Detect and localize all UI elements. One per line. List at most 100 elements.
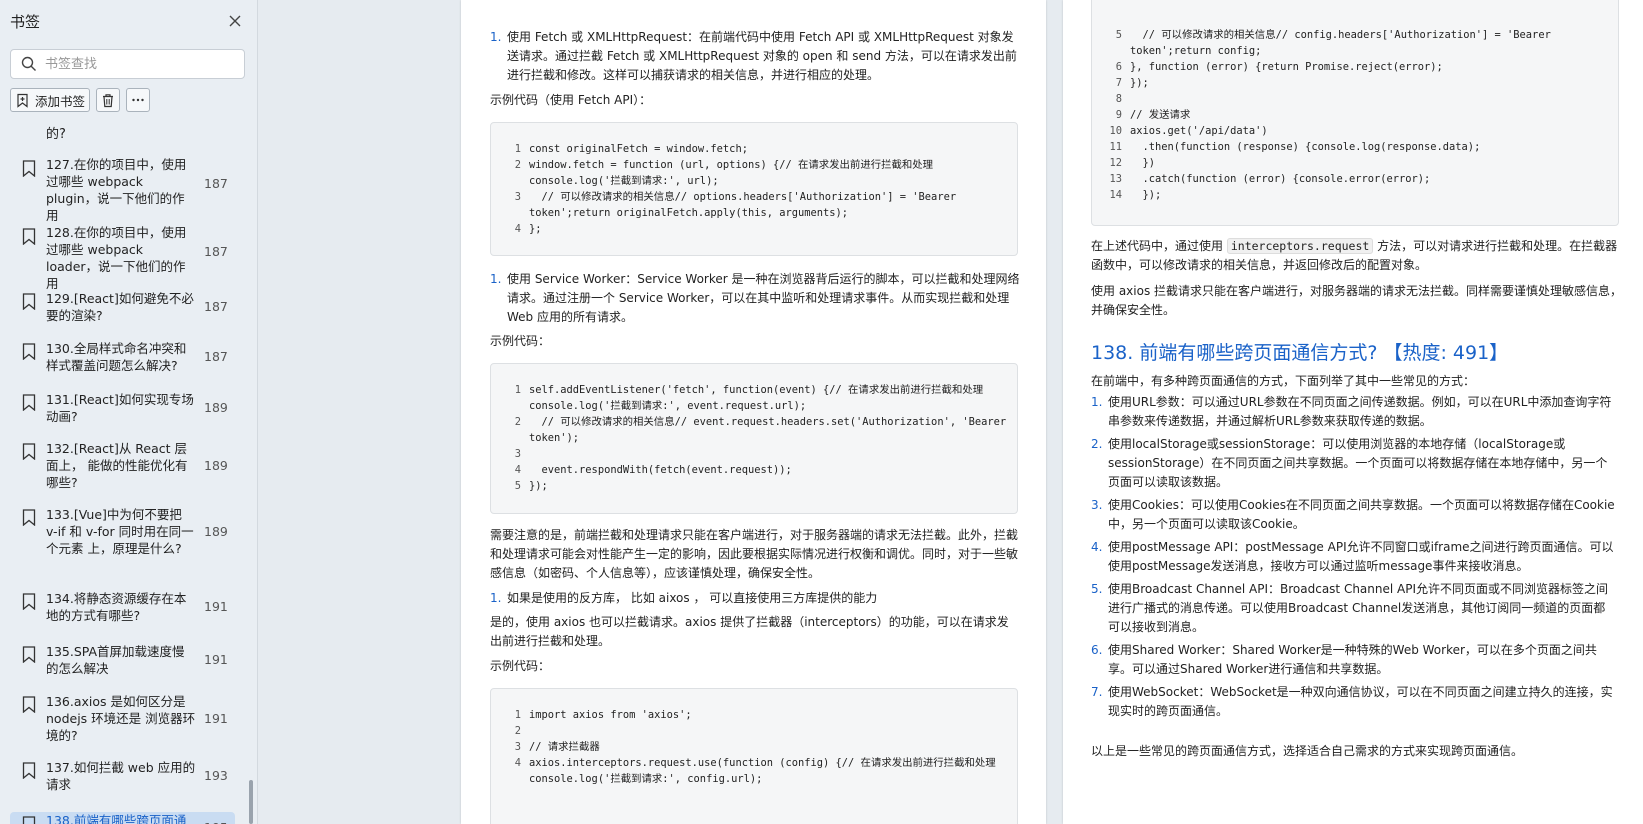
code-line: 4}; (491, 221, 1017, 237)
interceptor-text-pre: 在上述代码中，通过使用 (1091, 239, 1224, 253)
bookmark-icon (22, 293, 36, 310)
bookmark-label: 137.如何拦截 web 应用的请求 (46, 759, 196, 792)
line-number: 4 (514, 757, 521, 769)
bookmark-item[interactable]: 131.[React]如何实现专场动画? 189 (10, 390, 235, 425)
intro-paragraph: 在前端中，有多种跨页面通信的方式，下面列举了其中一些常见的方式： (1091, 374, 1476, 388)
code-line: 2 (491, 723, 1017, 739)
bookmark-search-box[interactable] (10, 49, 245, 79)
comm-method-item: 4. 使用postMessage API：postMessage API允许不同窗… (1091, 538, 1616, 576)
bookmark-item[interactable]: 135.SPA首屏加载速度慢的怎么解决 191 (10, 642, 235, 677)
code-line: 13 .catch(function (error) {console.erro… (1092, 171, 1618, 187)
bookmark-icon (22, 509, 36, 526)
bookmark-page-number: 187 (204, 349, 228, 364)
bookmark-item[interactable]: 127.在你的项目中，使用过哪些 webpack plugin，说一下他们的作用… (10, 156, 235, 224)
bookmark-icon (22, 696, 36, 713)
code-line: 1 self.addEventListener('fetch', function… (491, 382, 1017, 414)
list-text: 使用postMessage API：postMessage API允许不同窗口或… (1108, 540, 1614, 573)
line-number: 2 (514, 416, 521, 428)
code-text: const originalFetch = window.fetch; (529, 143, 748, 155)
bookmark-scrollbar[interactable] (249, 780, 253, 824)
bookmark-toolbar: 添加书签 (10, 88, 151, 112)
bookmark-item[interactable]: 136.axios 是如何区分是 nodejs 环境还是 浏览器环境的? 191 (10, 692, 235, 744)
line-number: 10 (1109, 125, 1122, 137)
list-text: 使用WebSocket：WebSocket是一种双向通信协议，可以在不同页面之间… (1108, 685, 1613, 718)
line-number: 1 (514, 143, 521, 155)
code-block-axios: 1 import axios from 'axios'; 2 3 // 请求拦截器 4 a… (490, 688, 1018, 824)
line-number: 11 (1109, 141, 1122, 153)
bookmark-item[interactable]: 137.如何拦截 web 应用的请求 193 (10, 758, 235, 793)
bookmark-item[interactable]: 130.全局样式命名冲突和样式覆盖问题怎么解决? 187 (10, 339, 235, 374)
code-line: 4 event.respondWith(fetch(event.request)… (491, 462, 1017, 478)
code-line: 11 .then(function (response) {console.lo… (1092, 139, 1618, 155)
bookmark-icon (22, 762, 36, 779)
list-item-fetch: 1. 使用 Fetch 或 XMLHttpRequest：在前端代码中使用 Fe… (490, 28, 1020, 85)
list-number: 6. (1091, 643, 1103, 657)
add-bookmark-button[interactable]: 添加书签 (10, 88, 91, 112)
line-number: 14 (1109, 189, 1122, 201)
comm-method-item: 6. 使用Shared Worker：Shared Worker是一种特殊的Web… (1091, 641, 1616, 679)
bookmark-list: 的? 127.在你的项目中，使用过哪些 webpack plugin，说一下他们… (10, 124, 242, 824)
code-line: 3 // 请求拦截器 (491, 739, 1017, 755)
list-number: 1. (1091, 395, 1103, 409)
code-line: 1 const originalFetch = window.fetch; (491, 141, 1017, 157)
bookmark-item[interactable]: 134.将静态资源缓存在本地的方式有哪些? 191 (10, 589, 235, 624)
comm-method-item: 5. 使用Broadcast Channel API：Broadcast Chan… (1091, 580, 1616, 637)
line-number: 2 (514, 159, 521, 171)
list-number: 1. (490, 30, 502, 44)
bookmark-search-input[interactable] (43, 55, 227, 73)
axios-paragraph: 是的，使用 axios 也可以拦截请求。axios 提供了拦截器（interce… (490, 615, 1009, 648)
code-line: 12 }) (1092, 155, 1618, 171)
comm-method-item: 7. 使用WebSocket：WebSocket是一种双向通信协议，可以在不同页面… (1091, 683, 1616, 721)
comm-method-item: 3. 使用Cookies：可以使用Cookies在不同页面之间共享数据。一个页面可… (1091, 496, 1616, 534)
code-text: event.respondWith(fetch(event.request)); (529, 464, 792, 476)
comm-method-item: 1. 使用URL参数：可以通过URL参数在不同页面之间传递数据。例如，可以在URL… (1091, 393, 1616, 431)
bookmark-page-number: 193 (204, 768, 228, 783)
bookmark-icon (22, 646, 36, 663)
code-line: 1 import axios from 'axios'; (491, 707, 1017, 723)
code-text: self.addEventListener('fetch', function(… (529, 384, 990, 412)
more-options-button[interactable] (126, 88, 151, 112)
code-line: 3 // 可以修改请求的相关信息// options.headers['Auth… (491, 189, 1017, 221)
code-text: // 发送请求 (1130, 109, 1191, 121)
bookmark-item[interactable]: 138.前端有哪些跨页面通信 195 (10, 812, 235, 824)
line-number: 8 (1115, 93, 1122, 105)
comm-method-item: 2. 使用localStorage或sessionStorage：可以使用浏览器的… (1091, 435, 1616, 492)
bookmark-item[interactable]: 128.在你的项目中，使用过哪些 webpack loader，说一下他们的作用… (10, 224, 235, 292)
bookmark-item[interactable]: 129.[React]如何避免不必要的渲染? 187 (10, 289, 235, 324)
document-page-left: 1. 使用 Fetch 或 XMLHttpRequest：在前端代码中使用 Fe… (461, 0, 1046, 824)
bookmark-label: 131.[React]如何实现专场动画? (46, 391, 194, 424)
add-bookmark-label: 添加书签 (35, 93, 86, 109)
line-number: 7 (1115, 77, 1122, 89)
bookmark-item[interactable]: 133.[Vue]中为何不要把 v-if 和 v-for 同时用在同一个元素 上… (10, 505, 235, 557)
example-label: 示例代码（使用 Fetch API）： (490, 93, 652, 107)
list-text: 使用Broadcast Channel API：Broadcast Channe… (1108, 582, 1609, 634)
code-line: 14 }); (1092, 187, 1618, 203)
code-block-service-worker: 1 self.addEventListener('fetch', function… (490, 363, 1018, 514)
list-text: 使用 Fetch 或 XMLHttpRequest：在前端代码中使用 Fetch… (507, 30, 1017, 82)
bookmark-page-number: 191 (204, 599, 228, 614)
bookmark-page-number: 189 (204, 400, 228, 415)
bookmark-page-number: 187 (204, 244, 228, 259)
close-panel-button[interactable] (225, 11, 245, 31)
bookmark-panel: 书签 添加书签 的? 127.在你的项目中，使用过哪些 webpack plug… (0, 0, 258, 824)
trash-icon (103, 93, 114, 107)
bookmark-item[interactable]: 132.[React]从 React 层面上， 能做的性能优化有哪些? 189 (10, 439, 235, 491)
line-number: 1 (514, 384, 521, 396)
line-number: 12 (1109, 157, 1122, 169)
bookmark-label: 130.全局样式命名冲突和样式覆盖问题怎么解决? (46, 340, 187, 373)
code-text: // 请求拦截器 (529, 741, 600, 753)
bookmark-page-number: 191 (204, 710, 228, 726)
bookmark-label: 128.在你的项目中，使用过哪些 webpack loader，说一下他们的作用 (46, 225, 187, 291)
document-page-right: 5 // 可以修改请求的相关信息// config.headers['Autho… (1063, 0, 1643, 824)
list-text: 使用URL参数：可以通过URL参数在不同页面之间传递数据。例如，可以在URL中添… (1108, 395, 1612, 428)
delete-bookmark-button[interactable] (96, 88, 121, 112)
bookmark-label: 136.axios 是如何区分是 nodejs 环境还是 浏览器环境的? (46, 693, 196, 743)
example-label: 示例代码： (490, 659, 551, 673)
bookmark-page-number: 189 (204, 523, 228, 539)
list-number: 1. (490, 591, 502, 605)
code-line: 5 // 可以修改请求的相关信息// config.headers['Autho… (1092, 27, 1618, 59)
line-number: 3 (514, 741, 521, 753)
